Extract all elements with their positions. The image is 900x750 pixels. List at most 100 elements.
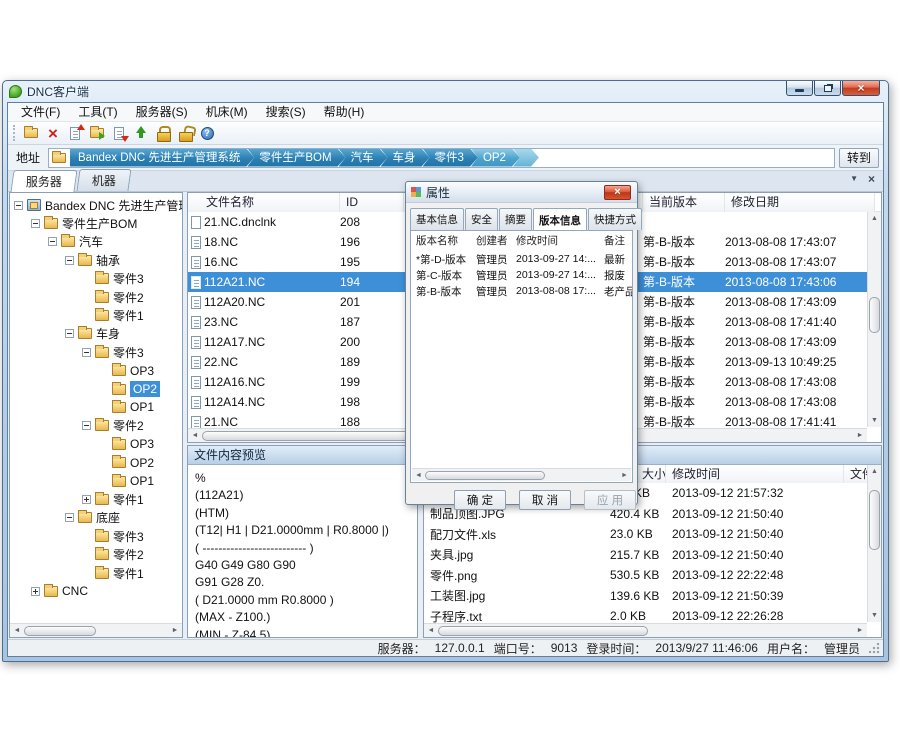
open-folder-button[interactable]: [86, 123, 108, 143]
collapse-icon[interactable]: [82, 421, 91, 430]
column-creator[interactable]: 创建者: [471, 231, 511, 251]
column-modified-time[interactable]: 修改时间: [511, 231, 599, 251]
tree-item[interactable]: 零件生产BOM: [10, 214, 182, 232]
check-out-button[interactable]: [108, 123, 130, 143]
version-row[interactable]: *第-D-版本管理员2013-09-27 14:...最新: [411, 251, 632, 267]
menu-help[interactable]: 帮助(H): [315, 103, 374, 122]
breadcrumb-root[interactable]: Bandex DNC 先进生产管理系统: [70, 149, 254, 167]
dialog-close-button[interactable]: ×: [604, 185, 631, 200]
tree-item[interactable]: OP1: [10, 472, 182, 490]
tree-item[interactable]: OP3: [10, 362, 182, 380]
collapse-icon[interactable]: [14, 201, 23, 210]
preview-content[interactable]: % (112A21) (HTM) (T12| H1 | D21.0000mm |…: [188, 465, 417, 638]
resize-grip[interactable]: [869, 643, 880, 654]
scroll-down-icon[interactable]: ▼: [868, 609, 881, 622]
tab-server[interactable]: 服务器: [10, 170, 77, 192]
check-in-button[interactable]: [64, 123, 86, 143]
version-row[interactable]: 第-C-版本管理员2013-09-27 14:...报废: [411, 267, 632, 283]
breadcrumb-op2[interactable]: OP2: [471, 149, 520, 167]
panel-dropdown-icon[interactable]: ▼: [850, 174, 858, 184]
column-name[interactable]: 文件名称: [204, 193, 340, 212]
tree-item[interactable]: OP2: [10, 453, 182, 471]
collapse-icon[interactable]: [48, 237, 57, 246]
ok-button[interactable]: 确 定: [454, 490, 506, 510]
attachments-horizontal-scrollbar[interactable]: ◄ ►: [424, 623, 867, 637]
tab-summary[interactable]: 摘要: [499, 208, 532, 230]
new-folder-button[interactable]: [20, 123, 42, 143]
tree-item[interactable]: 零件3: [10, 270, 182, 288]
close-button[interactable]: ×: [842, 81, 880, 96]
upload-button[interactable]: [130, 123, 152, 143]
toolbar-grip[interactable]: [13, 125, 17, 141]
lock-button[interactable]: [152, 123, 174, 143]
column-version[interactable]: 当前版本: [643, 193, 725, 212]
attachment-row[interactable]: 配刀文件.xls23.0 KB2013-09-12 21:50:40: [424, 524, 881, 545]
menu-tools[interactable]: 工具(T): [69, 103, 126, 122]
scroll-right-icon[interactable]: ►: [853, 432, 867, 439]
tab-basic-info[interactable]: 基本信息: [410, 208, 464, 230]
column-date[interactable]: 修改日期: [725, 193, 875, 212]
scroll-thumb[interactable]: [438, 626, 648, 636]
scroll-down-icon[interactable]: ▼: [868, 414, 881, 427]
attachment-row[interactable]: 夹具.jpg215.7 KB2013-09-12 21:50:40: [424, 545, 881, 566]
column-id[interactable]: ID: [340, 193, 404, 212]
tree-item[interactable]: 零件2: [10, 545, 182, 563]
menu-machine[interactable]: 机床(M): [197, 103, 257, 122]
tab-version-info[interactable]: 版本信息: [533, 208, 587, 230]
menu-server[interactable]: 服务器(S): [127, 103, 197, 122]
expand-icon[interactable]: [31, 587, 40, 596]
tree-item[interactable]: 零件3: [10, 343, 182, 361]
tree-item[interactable]: OP1: [10, 398, 182, 416]
minimize-button[interactable]: [786, 81, 813, 96]
title-bar[interactable]: DNC客户端 ×: [3, 81, 888, 101]
scroll-thumb[interactable]: [24, 626, 96, 636]
dialog-title-bar[interactable]: 属性 ×: [406, 182, 637, 203]
collapse-icon[interactable]: [65, 329, 74, 338]
column-time[interactable]: 修改时间: [666, 465, 844, 483]
scroll-right-icon[interactable]: ►: [853, 627, 867, 634]
delete-button[interactable]: ×: [42, 123, 64, 143]
tree-item[interactable]: 零件1: [10, 306, 182, 324]
tree-item-selected[interactable]: OP2: [10, 380, 182, 398]
breadcrumb-auto[interactable]: 汽车: [339, 149, 388, 167]
unlock-button[interactable]: [174, 123, 196, 143]
cancel-button[interactable]: 取 消: [519, 490, 571, 510]
menu-search[interactable]: 搜索(S): [257, 103, 315, 122]
collapse-icon[interactable]: [65, 256, 74, 265]
attachments-vertical-scrollbar[interactable]: ▲ ▼: [867, 465, 881, 622]
collapse-icon[interactable]: [65, 513, 74, 522]
tree-item[interactable]: 轴承: [10, 251, 182, 269]
tab-machine[interactable]: 机器: [76, 169, 131, 191]
column-remark[interactable]: 备注: [599, 231, 632, 251]
scroll-left-icon[interactable]: ◄: [412, 472, 425, 479]
column-version-name[interactable]: 版本名称: [411, 231, 471, 251]
tree-item[interactable]: 底座: [10, 509, 182, 527]
tree-item[interactable]: CNC: [10, 582, 182, 600]
tree-item[interactable]: 车身: [10, 325, 182, 343]
breadcrumb-bom[interactable]: 零件生产BOM: [247, 149, 345, 167]
tab-shortcut[interactable]: 快捷方式: [588, 208, 642, 230]
go-button[interactable]: 转到: [839, 148, 879, 168]
scroll-right-icon[interactable]: ►: [168, 627, 182, 634]
menu-file[interactable]: 文件(F): [12, 103, 69, 122]
scroll-left-icon[interactable]: ◄: [10, 627, 24, 634]
scroll-left-icon[interactable]: ◄: [424, 627, 438, 634]
tree-item-root[interactable]: Bandex DNC 先进生产管理系统: [10, 196, 182, 214]
scroll-thumb[interactable]: [869, 490, 880, 550]
expand-icon[interactable]: [82, 495, 91, 504]
tree-item[interactable]: 零件2: [10, 417, 182, 435]
scroll-thumb[interactable]: [869, 297, 880, 333]
scroll-up-icon[interactable]: ▲: [868, 465, 881, 478]
scroll-right-icon[interactable]: ►: [618, 472, 631, 479]
collapse-icon[interactable]: [31, 219, 40, 228]
tree-horizontal-scrollbar[interactable]: ◄ ►: [10, 623, 182, 637]
help-button[interactable]: ?: [196, 123, 218, 143]
tab-security[interactable]: 安全: [465, 208, 498, 230]
scroll-left-icon[interactable]: ◄: [188, 432, 202, 439]
scroll-thumb[interactable]: [425, 471, 545, 480]
tree-item[interactable]: 零件3: [10, 527, 182, 545]
dialog-horizontal-scrollbar[interactable]: ◄ ►: [412, 468, 631, 481]
tree-item[interactable]: 零件2: [10, 288, 182, 306]
version-row[interactable]: 第-B-版本管理员2013-08-08 17:...老产品程序: [411, 283, 632, 299]
breadcrumb-part3[interactable]: 零件3: [423, 149, 478, 167]
